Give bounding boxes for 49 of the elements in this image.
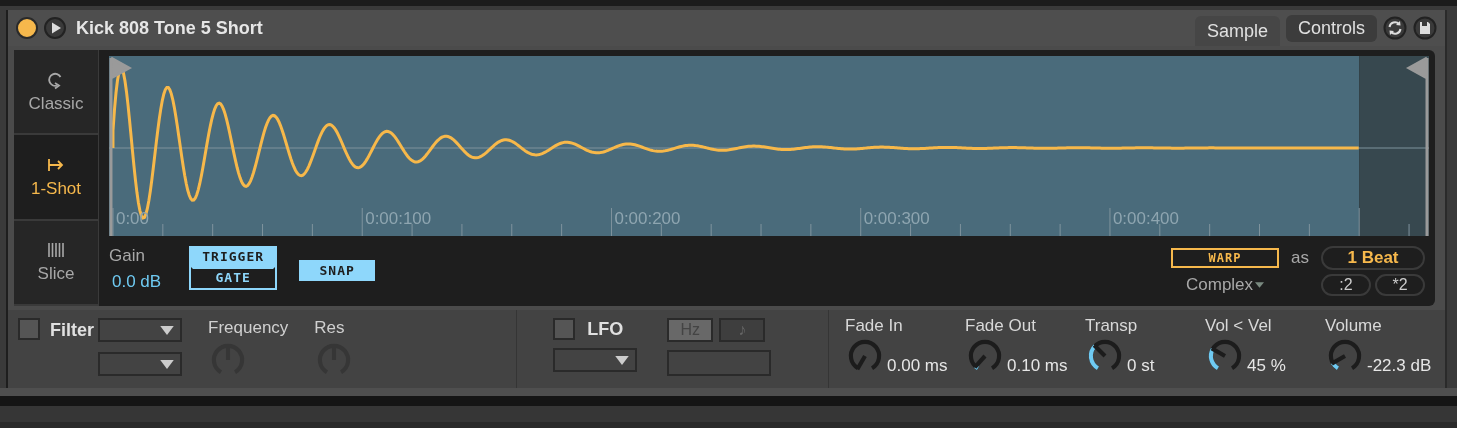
lfo-checkbox[interactable] <box>553 318 576 340</box>
time-label: 0:00:200 <box>614 209 681 228</box>
knob-label: Vol < Vel <box>1205 316 1273 336</box>
time-label: 0:00 <box>116 209 149 228</box>
gain-label: Gain <box>109 246 146 266</box>
filter-label: Filter <box>50 320 94 342</box>
mode-tab[interactable]: Classic <box>14 50 98 136</box>
caret-icon <box>160 359 174 369</box>
refresh-icon[interactable] <box>1383 16 1407 40</box>
lfo-shape-dropdown[interactable] <box>553 348 638 372</box>
knob-label: Volume <box>1325 316 1383 336</box>
knob-label: Frequency <box>208 318 289 338</box>
save-icon[interactable] <box>1413 16 1437 40</box>
device-power-button[interactable] <box>16 17 38 39</box>
as-label: as <box>1291 248 1309 268</box>
beats-button[interactable]: 1 Beat <box>1321 246 1425 270</box>
snap-button[interactable]: SNAP <box>299 260 376 281</box>
gain-value[interactable]: 0.0 dB <box>109 272 162 292</box>
time-label: 0:00:400 <box>1112 209 1179 228</box>
knob-label: Fade Out <box>965 316 1037 336</box>
caret-icon <box>615 355 630 365</box>
time-label: 0:00:300 <box>863 209 930 228</box>
knob-value: -22.3 dB <box>1367 356 1432 376</box>
warp-button[interactable]: WARP <box>1171 248 1280 268</box>
knob-value: 45 % <box>1247 356 1286 376</box>
view-tab[interactable]: Sample <box>1194 16 1280 46</box>
caret-icon <box>160 325 174 335</box>
view-tab[interactable]: Controls <box>1285 14 1377 42</box>
warp-mode-dropdown[interactable]: Complex <box>1186 275 1265 295</box>
end-marker-icon[interactable] <box>1405 56 1429 236</box>
halve-button[interactable]: :2 <box>1321 274 1371 296</box>
knob-label: Transp <box>1085 316 1139 336</box>
trigger-mode-button[interactable]: TRIGGER <box>191 248 276 267</box>
filter-slope-dropdown[interactable] <box>98 352 182 376</box>
time-label: 0:00:100 <box>365 209 432 228</box>
knob-value: 0.00 ms <box>887 356 948 376</box>
device-title: Kick 808 Tone 5 Short <box>76 17 263 39</box>
knob-label: Fade In <box>845 316 904 336</box>
filter-checkbox[interactable] <box>18 318 40 340</box>
knob-label: Res <box>314 318 345 338</box>
caret-icon <box>1255 282 1265 288</box>
lfo-label: LFO <box>587 318 624 340</box>
filter-type-dropdown[interactable] <box>98 318 182 342</box>
lfo-rate-field[interactable] <box>667 350 772 376</box>
play-icon[interactable] <box>44 17 66 39</box>
knob-value: 0 st <box>1127 356 1155 376</box>
mode-tab[interactable]: Slice <box>14 220 98 306</box>
knob-value: 0.10 ms <box>1007 356 1068 376</box>
double-button[interactable]: *2 <box>1375 274 1425 296</box>
